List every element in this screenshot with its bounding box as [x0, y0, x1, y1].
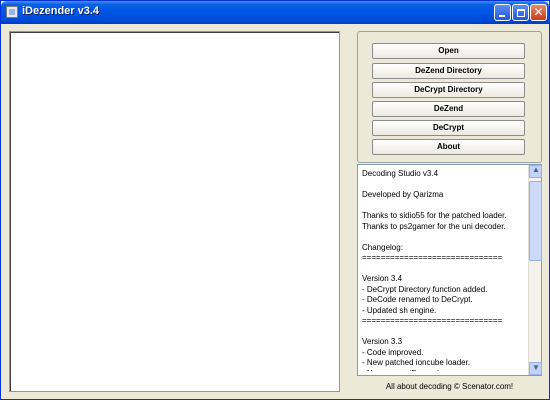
close-icon: ✕ [533, 5, 544, 19]
dezend-directory-button[interactable]: DeZend Directory [372, 63, 525, 79]
about-button[interactable]: About [372, 139, 525, 155]
about-text-box[interactable]: Decoding Studio v3.4 Developed by Qarizm… [357, 164, 542, 376]
title-bar[interactable]: iDezender v3.4 ✕ [1, 1, 549, 24]
scroll-up-icon[interactable] [529, 165, 542, 178]
maximize-button[interactable] [512, 4, 529, 21]
minimize-icon [499, 15, 505, 17]
actions-panel: Open DeZend Directory DeCrypt Directory … [357, 31, 542, 163]
app-window: iDezender v3.4 ✕ Open DeZend Directory D… [0, 0, 550, 400]
dezend-button[interactable]: DeZend [372, 101, 525, 117]
app-icon [6, 6, 18, 18]
open-button[interactable]: Open [372, 43, 525, 59]
decrypt-directory-button[interactable]: DeCrypt Directory [372, 82, 525, 98]
decrypt-button[interactable]: DeCrypt [372, 120, 525, 136]
scroll-thumb[interactable] [529, 181, 542, 261]
source-code-area[interactable] [9, 31, 340, 392]
about-text: Decoding Studio v3.4 Developed by Qarizm… [362, 169, 507, 371]
scroll-down-icon[interactable] [529, 362, 542, 375]
footer-text: All about decoding © Scenator.com! [385, 382, 514, 391]
vertical-scrollbar[interactable] [528, 165, 542, 375]
window-title: iDezender v3.4 [22, 5, 100, 17]
maximize-icon [517, 9, 525, 17]
close-button[interactable]: ✕ [530, 4, 547, 21]
minimize-button[interactable] [494, 4, 511, 21]
